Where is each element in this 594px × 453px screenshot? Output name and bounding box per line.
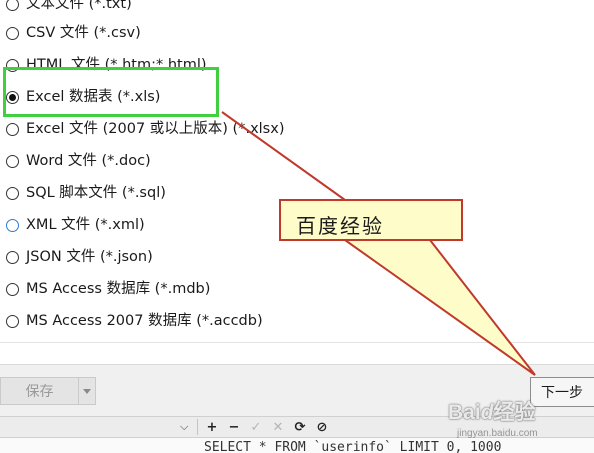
next-button[interactable]: 下一步 bbox=[530, 377, 594, 407]
radio-button[interactable] bbox=[6, 250, 19, 264]
format-option-label: Word 文件 (*.doc) bbox=[26, 153, 151, 169]
save-button[interactable]: 保存 bbox=[0, 377, 96, 405]
format-option-xlsx[interactable]: Excel 文件 (2007 或以上版本) (*.xlsx) bbox=[6, 117, 284, 141]
format-option-txt[interactable]: 文本文件 (*.txt) bbox=[6, 0, 132, 16]
format-option-label: HTML 文件 (*.htm;*.html) bbox=[26, 57, 207, 73]
format-option-label: JSON 文件 (*.json) bbox=[26, 249, 153, 265]
divider bbox=[0, 342, 594, 343]
radio-button-selected[interactable] bbox=[6, 90, 19, 104]
radio-button[interactable] bbox=[6, 186, 19, 200]
save-button-label: 保存 bbox=[1, 378, 79, 404]
radio-button[interactable] bbox=[6, 282, 19, 296]
format-option-mdb[interactable]: MS Access 数据库 (*.mdb) bbox=[6, 277, 210, 301]
sql-status-bar: SELECT * FROM `userinfo` LIMIT 0, 1000 bbox=[0, 438, 594, 453]
radio-button[interactable] bbox=[6, 218, 19, 232]
grid-toolbar: ⌵ + − ✓ ✕ ⟳ ⊘ bbox=[0, 416, 594, 438]
chevron-down-icon[interactable]: ⌵ bbox=[180, 420, 188, 434]
format-option-sql[interactable]: SQL 脚本文件 (*.sql) bbox=[6, 181, 166, 205]
format-option-xls[interactable]: Excel 数据表 (*.xls) bbox=[6, 85, 160, 109]
format-option-json[interactable]: JSON 文件 (*.json) bbox=[6, 245, 153, 269]
radio-button[interactable] bbox=[6, 26, 19, 40]
callout-label: 百度经验 bbox=[296, 214, 384, 238]
wizard-button-bar: 保存 下一步 bbox=[0, 364, 594, 416]
refresh-icon[interactable]: ⟳ bbox=[293, 418, 307, 436]
divider bbox=[197, 419, 198, 435]
check-icon[interactable]: ✓ bbox=[249, 418, 263, 436]
format-option-label: CSV 文件 (*.csv) bbox=[26, 25, 141, 41]
format-option-label: 文本文件 (*.txt) bbox=[26, 0, 132, 12]
format-option-label: SQL 脚本文件 (*.sql) bbox=[26, 185, 166, 201]
minus-icon[interactable]: − bbox=[227, 418, 241, 436]
radio-button[interactable] bbox=[6, 314, 19, 328]
radio-button[interactable] bbox=[6, 122, 19, 136]
cross-icon[interactable]: ✕ bbox=[271, 418, 285, 436]
format-option-label: Excel 文件 (2007 或以上版本) (*.xlsx) bbox=[26, 121, 285, 137]
radio-button[interactable] bbox=[6, 58, 19, 72]
format-option-html[interactable]: HTML 文件 (*.htm;*.html) bbox=[6, 53, 207, 77]
format-option-accdb[interactable]: MS Access 2007 数据库 (*.accdb) bbox=[6, 309, 263, 333]
format-option-xml[interactable]: XML 文件 (*.xml) bbox=[6, 213, 145, 237]
stop-icon[interactable]: ⊘ bbox=[315, 418, 329, 436]
chevron-down-icon bbox=[83, 388, 91, 394]
save-dropdown[interactable] bbox=[79, 378, 95, 404]
radio-button[interactable] bbox=[6, 0, 19, 11]
format-option-label: Excel 数据表 (*.xls) bbox=[26, 89, 161, 105]
plus-icon[interactable]: + bbox=[205, 418, 219, 436]
radio-button[interactable] bbox=[6, 154, 19, 168]
format-option-csv[interactable]: CSV 文件 (*.csv) bbox=[6, 21, 141, 45]
sql-query-text: SELECT * FROM `userinfo` LIMIT 0, 1000 bbox=[204, 440, 502, 453]
toolbar-icons: + − ✓ ✕ ⟳ ⊘ bbox=[205, 418, 329, 436]
export-format-list: 文本文件 (*.txt) CSV 文件 (*.csv) HTML 文件 (*.h… bbox=[0, 0, 594, 340]
format-option-label: MS Access 2007 数据库 (*.accdb) bbox=[26, 313, 263, 329]
format-option-label: XML 文件 (*.xml) bbox=[26, 217, 145, 233]
format-option-doc[interactable]: Word 文件 (*.doc) bbox=[6, 149, 151, 173]
format-option-label: MS Access 数据库 (*.mdb) bbox=[26, 281, 211, 297]
